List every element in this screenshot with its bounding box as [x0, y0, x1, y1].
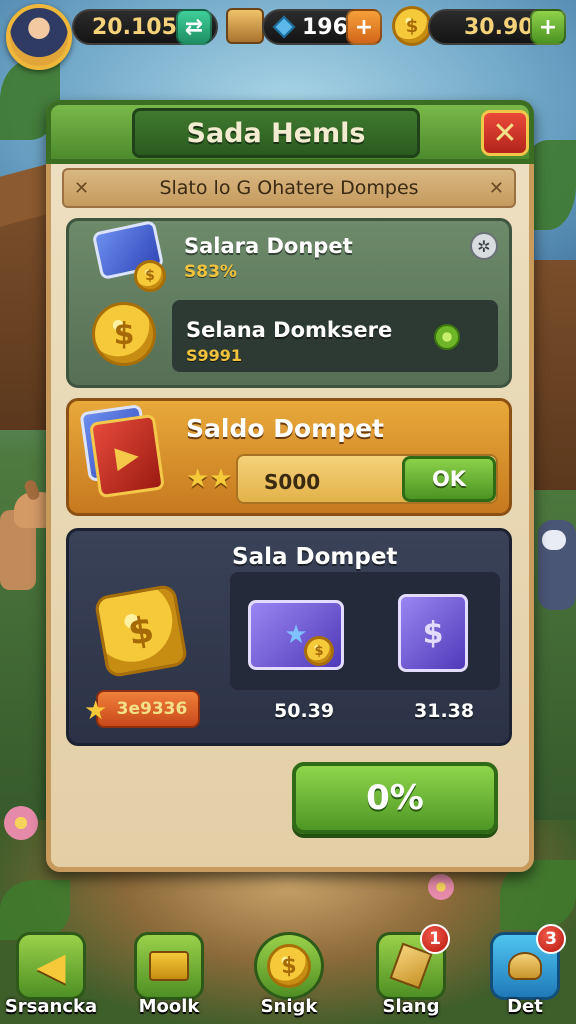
item-1-value: S83%: [184, 262, 237, 282]
coin-icon: $: [304, 636, 334, 666]
card-1-value: 50.39: [274, 700, 335, 722]
player-avatar[interactable]: [6, 4, 72, 70]
nav-label-5: Det: [507, 996, 543, 1017]
resource-1-value: 20.105: [92, 14, 177, 40]
section-3-tag: ★ 3e9336: [84, 690, 200, 728]
cat-decoration: [534, 500, 576, 610]
coin-icon: $: [92, 302, 156, 366]
item-1-title: Salara Donpet: [184, 234, 353, 258]
ok-button[interactable]: OK: [402, 456, 496, 502]
star-icon: ★★: [186, 464, 233, 494]
ok-button-label: OK: [431, 467, 467, 491]
panel-title: Sada Hemls: [132, 108, 420, 158]
plus-icon: +: [354, 14, 374, 40]
coin-icon: $: [267, 944, 311, 988]
chest-icon: [226, 8, 264, 44]
coin-icon: $: [134, 260, 166, 292]
section-3-tag-value: 3e9336: [116, 699, 188, 719]
confirm-button-label: 0%: [366, 778, 424, 818]
panel-subtitle-ribbon: ✕ Slato lo G Ohatere Dompes ✕: [62, 168, 516, 208]
play-card-icon: ▶: [89, 413, 165, 499]
card-2-value: 31.38: [414, 700, 475, 722]
coin-icon: $: [93, 583, 189, 679]
arrow-left-icon: ◀: [36, 944, 66, 988]
leaf-decoration: [0, 880, 70, 940]
section-3-title: Sala Dompet: [232, 544, 398, 570]
wallet-card-icon: [149, 951, 189, 981]
ribbon-ornament-left: ✕: [74, 178, 90, 199]
nav-label-4: Slang: [382, 996, 440, 1017]
amount-input-value: S000: [264, 470, 321, 494]
ribbon-ornament-right: ✕: [488, 178, 504, 199]
coin-icon: $: [392, 6, 432, 46]
resource-2-add-button[interactable]: +: [346, 9, 382, 45]
section-2-title: Saldo Dompet: [186, 414, 384, 443]
flower-decoration: [4, 806, 38, 840]
notification-badge: 1: [420, 924, 450, 954]
item-2-title: Selana Domksere: [186, 318, 393, 342]
resource-3-add-button[interactable]: +: [530, 9, 566, 45]
plus-icon: +: [538, 14, 558, 40]
nav-button-2[interactable]: [134, 932, 204, 1000]
item-2-value: S9991: [186, 346, 243, 365]
status-dot-icon: [434, 324, 460, 350]
star-icon: ★: [84, 696, 108, 726]
dollar-icon: $: [422, 615, 444, 651]
trophy-icon: [508, 952, 542, 980]
resource-1-exchange-button[interactable]: ⇄: [176, 9, 212, 45]
nav-label-3: Snigk: [260, 996, 318, 1017]
close-button[interactable]: ✕: [481, 110, 529, 156]
flower-decoration: [428, 874, 454, 900]
nav-button-1[interactable]: ◀: [16, 932, 86, 1000]
info-button[interactable]: ✲: [470, 232, 498, 260]
confirm-button[interactable]: 0%: [292, 762, 498, 834]
nav-label-2: Moolk: [138, 996, 200, 1017]
close-icon: ✕: [492, 115, 518, 151]
panel-subtitle: Slato lo G Ohatere Dompes: [159, 177, 419, 199]
reward-card-2[interactable]: $: [398, 594, 468, 672]
exchange-icon: ⇄: [184, 14, 204, 40]
nav-button-3[interactable]: $: [254, 932, 324, 1000]
top-bar: 20.105 ⇄ 196 + $ 30.90 +: [0, 0, 576, 70]
nav-label-1: Srsancka: [4, 996, 98, 1017]
notification-badge: 3: [536, 924, 566, 954]
settings-icon: ✲: [477, 236, 491, 256]
resource-3-value: 30.90: [464, 14, 534, 40]
